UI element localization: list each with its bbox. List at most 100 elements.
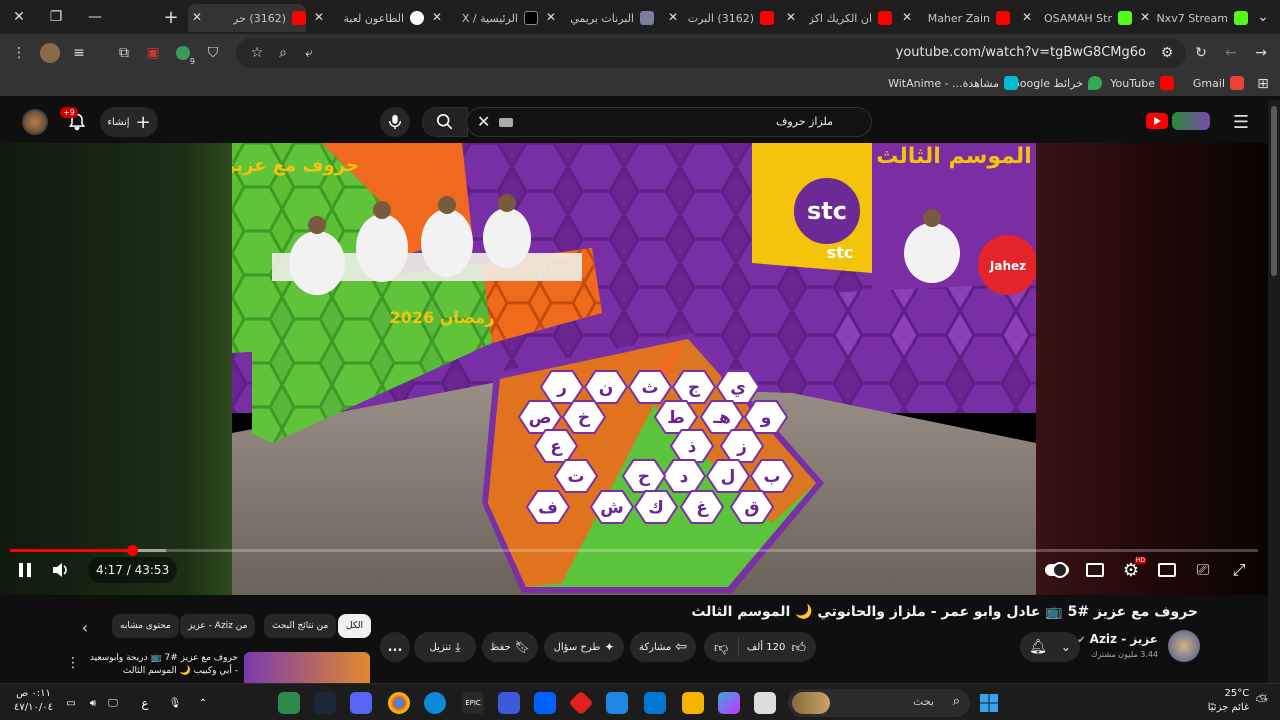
tab-close-icon[interactable]: ✕ bbox=[192, 10, 202, 24]
site-info-icon[interactable]: ⚙ bbox=[1156, 42, 1178, 64]
zoom-icon[interactable]: ⌕ bbox=[272, 42, 294, 64]
tab-9[interactable]: (3162) حر ✕ bbox=[188, 4, 306, 32]
taskbar-search[interactable]: بحث ⌕ bbox=[788, 689, 970, 717]
tab-1[interactable]: Nxv7 Stream ✕ bbox=[1136, 4, 1248, 32]
more-actions-button[interactable]: ... bbox=[380, 632, 410, 662]
tab-close-icon[interactable]: ✕ bbox=[786, 10, 796, 24]
discord-icon[interactable] bbox=[350, 692, 372, 714]
network-icon[interactable]: 🖵 bbox=[102, 692, 124, 714]
tab-7[interactable]: الرئيسية / X ✕ bbox=[428, 4, 538, 32]
tab-6[interactable]: البرنات بريمي ✕ bbox=[542, 4, 654, 32]
ask-button[interactable]: ✦ طرح سؤال bbox=[544, 632, 624, 662]
tab-5[interactable]: (3162) البرت ✕ bbox=[664, 4, 774, 32]
bookmark-star-icon[interactable]: ☆ bbox=[246, 42, 268, 64]
voice-search-mic-icon[interactable] bbox=[380, 107, 410, 137]
address-bar[interactable]: ☆ ⌕ ⤶ youtube.com/watch?v=tgBwG8CMg6o ⚙ bbox=[236, 38, 1186, 68]
language-indicator[interactable]: ع bbox=[134, 692, 156, 714]
mic-icon[interactable]: 🎙︎ bbox=[164, 692, 186, 714]
reload-icon[interactable]: ↻ bbox=[1190, 42, 1212, 64]
battery-icon[interactable]: ▭ bbox=[60, 692, 82, 714]
store-icon[interactable] bbox=[644, 692, 666, 714]
tab-close-icon[interactable]: ✕ bbox=[432, 10, 442, 24]
volume-button[interactable] bbox=[48, 557, 74, 583]
steam-icon[interactable] bbox=[314, 692, 336, 714]
search-button[interactable] bbox=[422, 107, 468, 137]
app-icon-green[interactable] bbox=[278, 692, 300, 714]
window-restore-icon[interactable]: ❐ bbox=[45, 6, 67, 28]
install-app-icon[interactable]: ⤶ bbox=[298, 42, 320, 64]
copilot-icon[interactable] bbox=[718, 692, 740, 714]
bookmark-witanime[interactable]: مشاهدة... - WitAnime bbox=[888, 76, 1018, 90]
scrollbar-thumb[interactable] bbox=[1271, 106, 1277, 276]
extension-shield-icon[interactable]: 9 bbox=[172, 42, 196, 66]
windows-start-icon[interactable] bbox=[978, 692, 1000, 714]
chrome-icon[interactable] bbox=[388, 692, 410, 714]
chip-related[interactable]: محتوى مشابه bbox=[112, 614, 179, 638]
edge-icon[interactable] bbox=[424, 692, 446, 714]
video-player[interactable]: stc stc Jahez الموسم الثالث حروف مع عزيز… bbox=[0, 143, 1268, 595]
like-button[interactable]: 👍︎ 120 ألف bbox=[747, 639, 806, 656]
thumbs-down-icon[interactable]: 👎︎ bbox=[714, 639, 728, 656]
keyboard-icon[interactable] bbox=[499, 118, 513, 127]
subscribed-button[interactable]: ⌄ 🔔︎ bbox=[1020, 632, 1080, 662]
tray-overflow-icon[interactable]: ⌃ bbox=[192, 692, 214, 714]
related-more-icon[interactable]: ⋮ bbox=[62, 652, 84, 674]
browser-menu-icon[interactable]: ⋮ bbox=[8, 42, 30, 64]
bookmark-gmail[interactable]: Gmail bbox=[1193, 76, 1244, 90]
fullscreen-icon[interactable]: ⤢ bbox=[1226, 557, 1252, 583]
channel-avatar[interactable] bbox=[1168, 630, 1200, 662]
download-button[interactable]: ⤓ تنزيل bbox=[414, 632, 476, 662]
channel-name-row[interactable]: عزيز - Aziz ✔ bbox=[1077, 632, 1158, 646]
tab-close-icon[interactable]: ✕ bbox=[546, 10, 556, 24]
clear-search-icon[interactable]: ✕ bbox=[477, 112, 490, 131]
page-scrollbar[interactable] bbox=[1268, 100, 1280, 688]
chip-from-search[interactable]: من نتائج البحث bbox=[264, 614, 337, 638]
apps-grid-icon[interactable]: ⊞ bbox=[1252, 73, 1274, 95]
extension-icon[interactable]: ▣ bbox=[142, 42, 164, 64]
pause-button[interactable] bbox=[12, 557, 38, 583]
back-icon[interactable]: → bbox=[1250, 42, 1272, 64]
bookmark-maps[interactable]: خرائط Google bbox=[1011, 76, 1102, 90]
new-tab-icon[interactable]: + bbox=[160, 6, 182, 28]
youtube-logo[interactable] bbox=[1146, 112, 1210, 130]
related-video-title[interactable]: حروف مع عزيز #7 📺 دريحة وابوسعيد - أبي و… bbox=[88, 652, 238, 678]
tab-3[interactable]: Maher Zain ✕ bbox=[898, 4, 1010, 32]
window-close-icon[interactable]: ✕ bbox=[8, 6, 30, 28]
account-avatar[interactable] bbox=[22, 109, 48, 135]
app-icon-blue[interactable] bbox=[498, 692, 520, 714]
profile-avatar[interactable] bbox=[40, 43, 60, 63]
file-explorer-icon[interactable] bbox=[682, 692, 704, 714]
bookmark-youtube[interactable]: YouTube bbox=[1110, 76, 1174, 90]
tab-close-icon[interactable]: ✕ bbox=[668, 10, 678, 24]
miniplayer-icon[interactable] bbox=[1154, 557, 1180, 583]
extensions-icon[interactable]: ⧉ bbox=[113, 42, 135, 64]
forward-icon[interactable]: ← bbox=[1220, 42, 1242, 64]
app-icon-white[interactable] bbox=[754, 692, 776, 714]
media-control-icon[interactable]: ≡ bbox=[68, 42, 90, 64]
chips-scroll-left-icon[interactable]: ‹ bbox=[74, 616, 96, 638]
outlook-icon[interactable] bbox=[606, 692, 628, 714]
cast-icon[interactable]: ⎚ bbox=[1190, 557, 1216, 583]
epic-games-icon[interactable]: EPIC bbox=[462, 692, 484, 714]
tab-close-icon[interactable]: ✕ bbox=[902, 10, 912, 24]
tab-search-chevron-icon[interactable]: ⌄ bbox=[1252, 6, 1274, 28]
tab-close-icon[interactable]: ✕ bbox=[1140, 10, 1150, 24]
tab-4[interactable]: ان الكريك اكز ✕ bbox=[782, 4, 892, 32]
chip-from-channel[interactable]: من Aziz - عزيز bbox=[180, 614, 256, 638]
tab-close-icon[interactable]: ✕ bbox=[1022, 10, 1032, 24]
weather-widget[interactable]: ⛅︎ 25°C غائم جزئيًا bbox=[1208, 687, 1268, 715]
app-icon-red[interactable] bbox=[568, 690, 594, 716]
chip-all[interactable]: الكل bbox=[338, 614, 372, 638]
create-button[interactable]: + إنشاء bbox=[100, 107, 158, 137]
tab-2[interactable]: OSAMAH Str ✕ bbox=[1018, 4, 1132, 32]
autoplay-toggle[interactable] bbox=[1044, 557, 1070, 583]
shield-icon[interactable]: ⛉ bbox=[202, 42, 224, 64]
speaker-icon[interactable]: 🔊︎ bbox=[82, 692, 104, 714]
share-button[interactable]: ⇦ مشاركة bbox=[630, 632, 696, 662]
window-minimize-icon[interactable]: — bbox=[84, 6, 106, 28]
save-button[interactable]: 🔖︎ حفظ bbox=[482, 632, 538, 662]
tab-close-icon[interactable]: ✕ bbox=[314, 10, 324, 24]
tab-8[interactable]: الطاعون لعبة ✕ bbox=[310, 4, 424, 32]
dropbox-icon[interactable] bbox=[534, 692, 556, 714]
search-input[interactable]: ✕ ملزاز حروف bbox=[466, 107, 872, 137]
